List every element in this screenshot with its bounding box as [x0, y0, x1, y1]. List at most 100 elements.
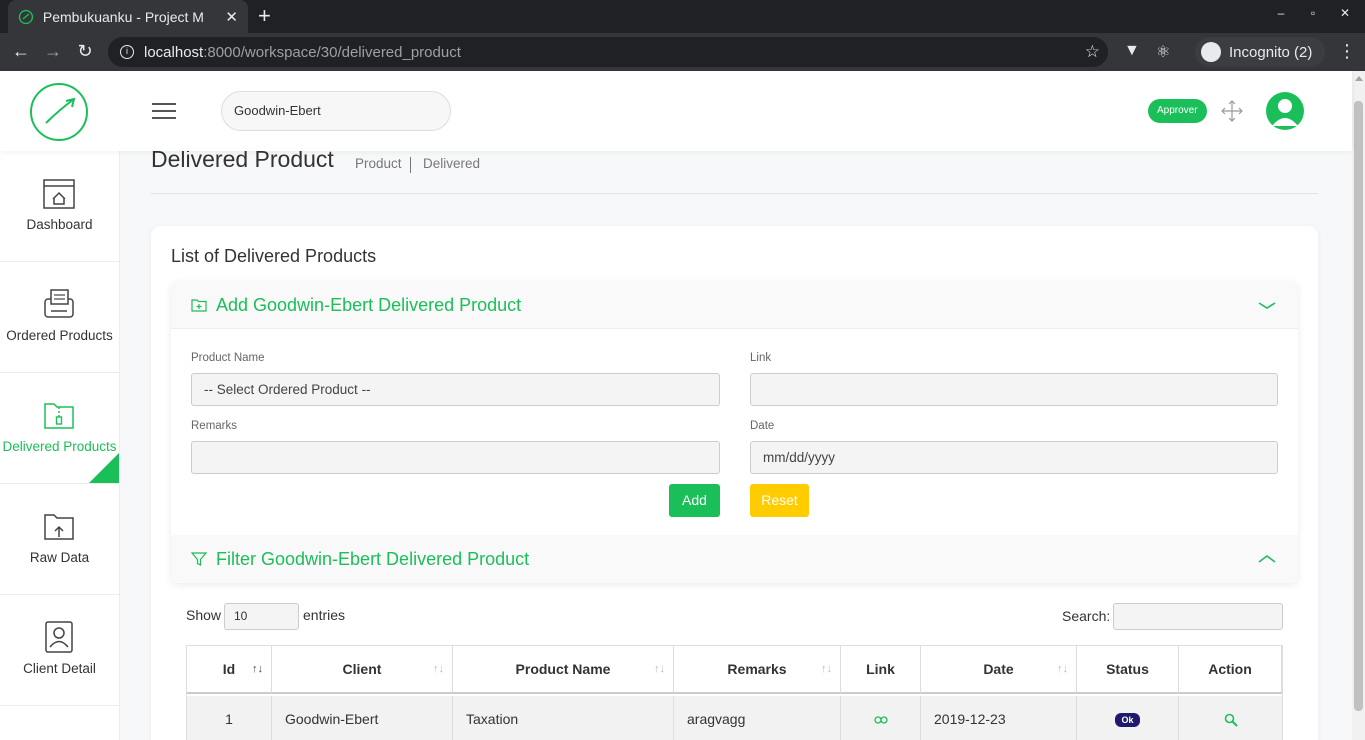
add-button[interactable]: Add — [669, 484, 720, 517]
sidebar-item-client-detail[interactable]: Client Detail — [0, 595, 119, 706]
status-badge: Ok — [1115, 713, 1140, 728]
search-icon[interactable] — [1224, 713, 1238, 728]
table-search-input[interactable] — [1113, 603, 1283, 630]
app-header: Goodwin-Ebert Approver — [0, 71, 1352, 151]
scrollbar-thumb[interactable] — [1354, 101, 1363, 711]
app-logo-icon[interactable] — [28, 81, 90, 143]
minimize-icon[interactable]: ‒ — [1273, 6, 1289, 20]
cell-product-name: Taxation — [453, 696, 674, 740]
filter-icon — [191, 552, 207, 566]
cell-link — [841, 696, 921, 740]
add-product-title: Add Goodwin-Ebert Delivered Product — [216, 295, 522, 315]
reset-button[interactable]: Reset — [750, 484, 809, 517]
role-badge: Approver — [1148, 99, 1207, 123]
sort-icon: ↑↓ — [433, 663, 444, 675]
sidebar-item-label: Dashboard — [26, 217, 93, 232]
column-header-action: Action — [1179, 646, 1282, 694]
browser-menu-icon[interactable]: ⋮ — [1338, 41, 1356, 62]
url-path: :8000/workspace/30/delivered_product — [203, 43, 461, 61]
link-icon[interactable] — [873, 715, 888, 725]
column-header-remarks[interactable]: Remarks ↑↓ — [674, 646, 841, 694]
folder-plus-icon — [191, 299, 207, 312]
incognito-label: Incognito (2) — [1229, 43, 1313, 61]
breadcrumb-product[interactable]: Product — [355, 156, 402, 171]
scroll-up-arrow-icon[interactable] — [1355, 76, 1363, 81]
user-avatar[interactable] — [1266, 92, 1304, 130]
cell-client: Goodwin-Ebert — [272, 696, 453, 740]
entries-label: entries — [303, 607, 346, 623]
sidebar-item-label: Raw Data — [29, 550, 90, 565]
column-header-client[interactable]: Client ↑↓ — [272, 646, 453, 694]
vuejs-extension-icon[interactable]: ▼ — [1124, 42, 1140, 60]
page-length-select[interactable]: 10 — [224, 603, 299, 630]
sidebar-item-delivered-products[interactable]: Delivered Products — [0, 373, 119, 484]
tab-close-icon[interactable]: ✕ — [225, 8, 238, 26]
sort-asc-icon: ↑↓ — [252, 663, 263, 675]
filter-accordion-header[interactable]: Filter Goodwin-Ebert Delivered Product — [171, 535, 1298, 583]
incognito-indicator[interactable]: Incognito (2) — [1195, 37, 1325, 67]
site-favicon-icon — [18, 9, 34, 24]
cell-action — [1179, 696, 1282, 740]
cell-status: Ok — [1077, 696, 1179, 740]
menu-toggle-icon[interactable] — [152, 103, 176, 119]
filter-title: Filter Goodwin-Ebert Delivered Product — [216, 549, 530, 569]
card-title: List of Delivered Products — [171, 246, 377, 266]
maximize-icon[interactable]: ▫ — [1305, 6, 1321, 20]
delivered-products-table: Id ↑↓ Client ↑↓ Product Name ↑↓ Remarks ↑↓ L… — [186, 645, 1283, 740]
product-name-label: Product Name — [191, 352, 265, 364]
sort-icon: ↑↓ — [654, 663, 665, 675]
address-bar[interactable]: i localhost:8000/workspace/30/delivered_… — [108, 37, 1108, 67]
tab-title: Pembukuanku - Project M — [42, 8, 204, 25]
url-host: localhost — [144, 43, 204, 61]
forward-arrow-icon[interactable]: → — [42, 41, 64, 61]
sidebar-item-dashboard[interactable]: Dashboard — [0, 151, 119, 262]
show-label: Show — [186, 607, 222, 623]
browser-toolbar: ← → ↻ i localhost:8000/workspace/30/deli… — [0, 33, 1365, 71]
breadcrumb-separator — [410, 157, 411, 173]
site-info-icon[interactable]: i — [120, 45, 134, 59]
column-header-id[interactable]: Id ↑↓ — [187, 646, 272, 694]
react-extension-icon[interactable]: ⚛ — [1156, 42, 1170, 62]
column-header-date[interactable]: Date ↑↓ — [921, 646, 1077, 694]
zip-folder-icon — [44, 403, 74, 429]
remarks-label: Remarks — [191, 420, 238, 432]
remarks-input[interactable] — [191, 441, 720, 474]
reload-icon[interactable]: ↻ — [74, 41, 96, 61]
window-controls: ‒ ▫ ✕ — [1273, 6, 1353, 20]
date-label: Date — [750, 420, 775, 432]
page-scrollbar[interactable] — [1352, 71, 1365, 740]
sidebar-item-raw-data[interactable]: Raw Data — [0, 484, 119, 595]
browser-tab-bar: Pembukuanku - Project M ✕ + ‒ ▫ ✕ — [0, 0, 1365, 33]
printer-icon — [44, 289, 74, 318]
add-product-accordion-header[interactable]: Add Goodwin-Ebert Delivered Product — [171, 281, 1298, 329]
sidebar: Dashboard Ordered Products Delivered Pro… — [0, 151, 120, 740]
column-header-link: Link — [841, 646, 921, 694]
product-name-select[interactable]: -- Select Ordered Product -- — [191, 373, 720, 406]
user-icon — [1272, 99, 1298, 126]
chevron-up-icon[interactable] — [1258, 553, 1276, 565]
new-tab-button[interactable]: + — [258, 4, 271, 28]
cell-remarks: aragvagg — [674, 696, 841, 740]
column-header-product-name[interactable]: Product Name ↑↓ — [453, 646, 674, 694]
active-indicator — [89, 453, 119, 483]
breadcrumb-delivered: Delivered — [423, 156, 481, 171]
cell-date: 2019-12-23 — [921, 696, 1077, 740]
bookmark-star-icon[interactable]: ☆ — [1085, 42, 1100, 62]
sort-icon: ↑↓ — [821, 663, 832, 675]
fullscreen-icon[interactable] — [1221, 100, 1243, 122]
chevron-down-icon[interactable] — [1258, 299, 1276, 311]
close-window-icon[interactable]: ✕ — [1337, 6, 1353, 20]
folder-upload-icon — [44, 514, 74, 540]
cell-id: 1 — [187, 696, 272, 740]
sort-icon: ↑↓ — [1057, 663, 1068, 675]
date-input[interactable]: mm/dd/yyyy — [750, 441, 1278, 474]
dashboard-icon — [43, 179, 75, 209]
sidebar-item-label: Client Detail — [23, 661, 96, 676]
link-input[interactable] — [750, 373, 1278, 406]
search-label: Search: — [1062, 608, 1111, 624]
sidebar-item-ordered-products[interactable]: Ordered Products — [0, 262, 119, 373]
back-arrow-icon[interactable]: ← — [10, 41, 32, 61]
divider — [151, 193, 1318, 194]
browser-tab[interactable]: Pembukuanku - Project M ✕ — [8, 0, 248, 33]
workspace-selector[interactable]: Goodwin-Ebert — [221, 91, 451, 131]
